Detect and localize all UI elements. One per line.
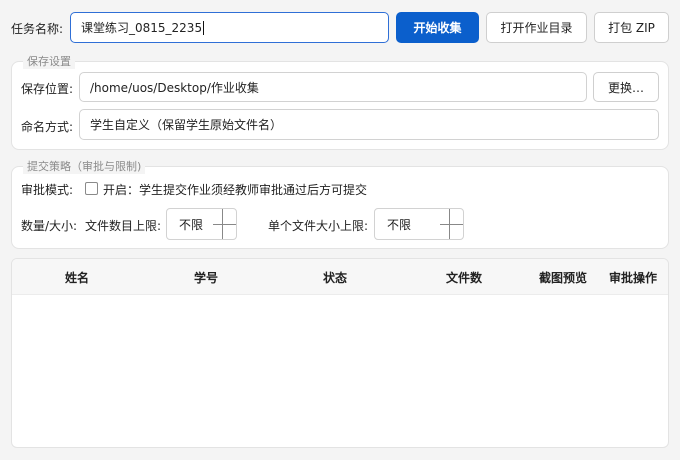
naming-value: 学生自定义（保留学生原始文件名） <box>90 118 283 132</box>
open-homework-dir-button[interactable]: 打开作业目录 <box>486 12 587 43</box>
save-settings-title: 保存设置 <box>23 53 75 69</box>
column-header-status[interactable]: 状态 <box>323 259 347 295</box>
column-header-student-id[interactable]: 学号 <box>194 259 218 295</box>
table-body <box>12 295 668 447</box>
save-location-value: /home/uos/Desktop/作业收集 <box>90 80 259 95</box>
text-caret <box>203 20 205 35</box>
pack-zip-button[interactable]: 打包 ZIP <box>594 12 669 43</box>
submission-policy-title: 提交策略（审批与限制) <box>23 158 146 174</box>
file-count-spinbox[interactable]: 不限 <box>166 208 237 240</box>
spin-arrows-icon[interactable] <box>213 209 236 239</box>
approval-text[interactable]: 开启：学生提交作业须经教师审批通过后方可提交 <box>103 181 367 198</box>
task-name-label: 任务名称: <box>11 22 64 36</box>
change-location-button[interactable]: 更换… <box>593 72 659 102</box>
column-header-approval-action[interactable]: 审批操作 <box>609 259 657 295</box>
naming-label: 命名方式: <box>21 120 74 134</box>
file-count-label: 文件数目上限: <box>85 219 162 233</box>
file-size-label: 单个文件大小上限: <box>268 219 369 233</box>
naming-select[interactable]: 学生自定义（保留学生原始文件名） <box>79 109 659 140</box>
table-header: 姓名 学号 状态 文件数 截图预览 审批操作 <box>12 259 668 295</box>
task-name-input[interactable]: 课堂练习_0815_2235 <box>70 12 389 43</box>
file-size-value: 不限 <box>387 217 412 232</box>
column-header-file-count[interactable]: 文件数 <box>446 259 482 295</box>
task-name-value: 课堂练习_0815_2235 <box>81 21 203 35</box>
submission-policy-group <box>11 166 669 249</box>
column-header-screenshot-preview[interactable]: 截图预览 <box>539 259 587 295</box>
file-count-value: 不限 <box>179 217 204 232</box>
approval-checkbox[interactable] <box>85 182 98 195</box>
save-location-field: /home/uos/Desktop/作业收集 <box>79 72 587 102</box>
approval-mode-label: 审批模式: <box>21 183 74 197</box>
submission-table[interactable]: 姓名 学号 状态 文件数 截图预览 审批操作 <box>11 258 669 448</box>
start-collect-button[interactable]: 开始收集 <box>396 12 479 43</box>
file-size-spinbox[interactable]: 不限 <box>374 208 464 240</box>
spin-arrows-icon[interactable] <box>440 209 463 239</box>
limits-label: 数量/大小: <box>21 219 78 233</box>
save-location-label: 保存位置: <box>21 82 74 96</box>
column-header-name[interactable]: 姓名 <box>65 259 89 295</box>
